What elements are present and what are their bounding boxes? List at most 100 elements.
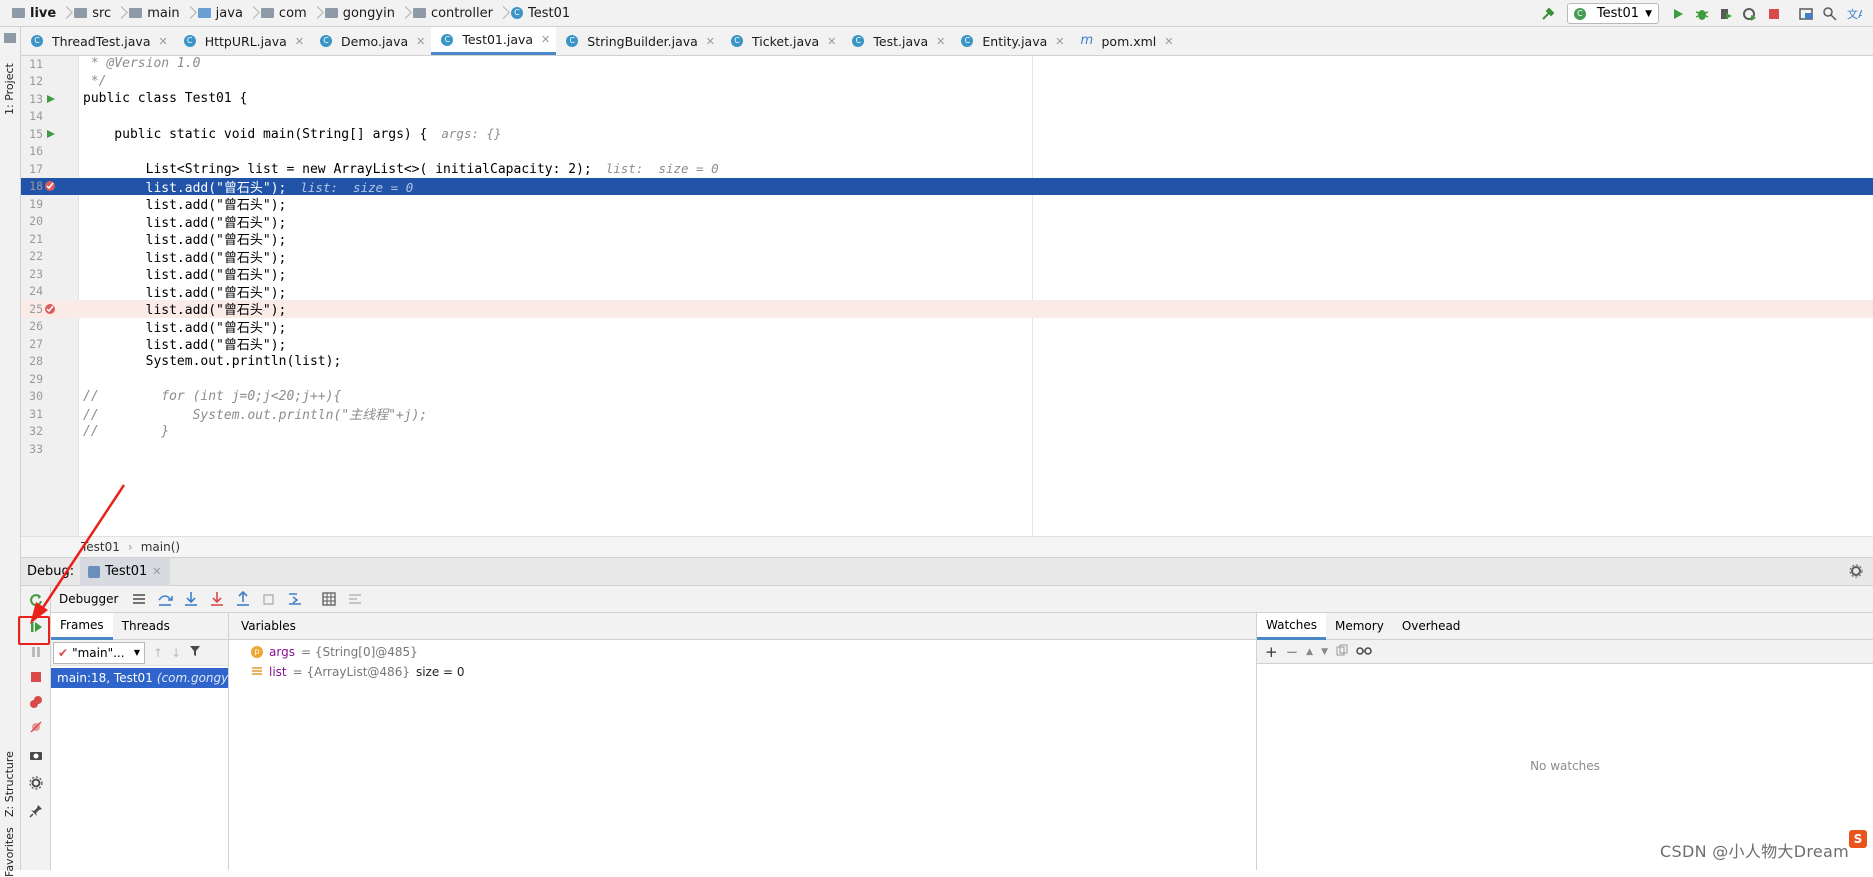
glasses-icon[interactable] [1356,645,1372,659]
translate-icon[interactable]: 文A [1843,3,1865,25]
tab-threads[interactable]: Threads [113,613,179,640]
menu-icon[interactable] [128,588,150,610]
breadcrumb-src[interactable]: src [70,0,117,27]
code-line[interactable]: 17 List<String> list = new ArrayList<>( … [21,160,1873,178]
close-icon[interactable]: ✕ [936,35,945,48]
tab-overhead[interactable]: Overhead [1393,613,1470,640]
run-gutter-icon[interactable] [46,128,58,140]
code-line[interactable]: 33 [21,440,1873,458]
favorites-tool-button[interactable]: Favorites [3,817,16,877]
editor-tab[interactable]: C StringBuilder.java ✕ [556,27,721,55]
stack-frame-row[interactable]: main:18, Test01(com.gongyin [51,668,228,688]
run-gutter-icon[interactable] [46,93,58,105]
breadcrumb-live[interactable]: live [8,0,62,27]
project-structure-icon[interactable] [1795,3,1817,25]
code-line[interactable]: 11 * @Version 1.0 [21,55,1873,73]
close-icon[interactable]: ✕ [1164,35,1173,48]
remove-watch-icon[interactable]: − [1286,643,1299,661]
code-line[interactable]: 22 list.add("曾石头"); [21,248,1873,266]
variable-row[interactable]: p args = {String[0]@485} [229,642,1256,662]
mute-breakpoints-icon[interactable] [25,716,47,738]
code-line[interactable]: 12 */ [21,73,1873,91]
project-tool-button[interactable]: 1: Project [3,45,16,115]
editor-tab[interactable]: C Ticket.java ✕ [721,27,842,55]
code-line[interactable]: 31 // System.out.println("主线程"+j); [21,405,1873,424]
editor-tab[interactable]: C ThreadTest.java ✕ [21,27,174,55]
tab-watches[interactable]: Watches [1257,612,1326,640]
code-line[interactable]: 16 [21,143,1873,161]
stop-icon[interactable] [1763,3,1785,25]
code-line[interactable]: 14 [21,108,1873,126]
variable-row[interactable]: list = {ArrayList@486} size = 0 [229,662,1256,682]
breadcrumb-test01[interactable]: C Test01 [507,0,576,27]
structure-tool-button[interactable]: Z: Structure [3,727,16,817]
close-icon[interactable]: ✕ [827,35,836,48]
code-line[interactable]: 21 list.add("曾石头"); [21,230,1873,249]
breadcrumb-com[interactable]: com [257,0,313,27]
code-line[interactable]: 23 list.add("曾石头"); [21,265,1873,284]
add-watch-icon[interactable]: + [1265,643,1278,661]
run-icon[interactable] [1667,3,1689,25]
settings-icon[interactable] [25,772,47,794]
search-everywhere-icon[interactable] [1819,3,1841,25]
view-breakpoints-icon[interactable] [25,691,47,713]
debug-icon[interactable] [1691,3,1713,25]
step-over-icon[interactable] [154,588,176,610]
tab-frames[interactable]: Frames [51,612,113,640]
close-icon[interactable]: ✕ [1055,35,1064,48]
step-out-icon[interactable] [232,588,254,610]
step-into-icon[interactable] [180,588,202,610]
move-down-icon[interactable]: ▼ [1321,647,1328,657]
profile-icon[interactable] [1739,3,1761,25]
force-step-into-icon[interactable] [206,588,228,610]
code-line[interactable]: 32 // } [21,423,1873,441]
debugger-tab[interactable]: Debugger [59,592,118,606]
code-line[interactable]: 24 list.add("曾石头"); [21,283,1873,301]
move-up-icon[interactable]: ▲ [1306,647,1313,657]
breadcrumb-main[interactable]: main [125,0,185,27]
code-line[interactable]: 20 list.add("曾石头"); [21,213,1873,231]
arrow-up-icon[interactable]: ↑ [153,646,163,660]
build-icon[interactable] [1537,3,1559,25]
close-icon[interactable]: ✕ [159,35,168,48]
breakpoint-icon[interactable] [44,180,56,192]
breakpoint-icon[interactable] [44,303,56,315]
code-line[interactable]: 26 list.add("曾石头"); [21,318,1873,336]
debug-session-tab[interactable]: Test01 ✕ [80,557,170,586]
drop-frame-icon[interactable] [258,588,280,610]
close-icon[interactable]: ✕ [152,565,161,578]
arrow-down-icon[interactable]: ↓ [171,646,181,660]
editor-tab[interactable]: C Test.java ✕ [842,27,951,55]
thread-select[interactable]: ✔ "main"... ▼ [53,641,145,664]
close-icon[interactable]: ✕ [541,33,550,46]
camera-icon[interactable] [25,744,47,766]
editor-breadcrumb-method[interactable]: main() [141,540,180,554]
close-icon[interactable]: ✕ [706,35,715,48]
trace-icon[interactable] [344,588,366,610]
code-editor[interactable]: 11 * @Version 1.0 12 */13 public class Tes… [21,56,1873,536]
code-line[interactable]: 15 public static void main(String[] args… [21,125,1873,143]
breadcrumb-gongyin[interactable]: gongyin [321,0,401,27]
tab-memory[interactable]: Memory [1326,613,1393,640]
code-line[interactable]: 18 list.add("曾石头"); list: size = 0 [21,177,1873,196]
editor-breadcrumb-class[interactable]: Test01 [81,540,120,554]
copy-icon[interactable] [1336,644,1348,659]
editor-tab[interactable]: C Demo.java ✕ [310,27,431,55]
code-line[interactable]: 25 list.add("曾石头"); [21,300,1873,318]
breadcrumb-controller[interactable]: controller [409,0,499,27]
close-icon[interactable]: ✕ [416,35,425,48]
editor-tab[interactable]: m pom.xml ✕ [1070,27,1179,55]
coverage-icon[interactable] [1715,3,1737,25]
breadcrumb-java[interactable]: java [194,0,249,27]
filter-icon[interactable] [189,645,201,660]
code-line[interactable]: 19 list.add("曾石头"); [21,195,1873,214]
stop-debug-icon[interactable] [25,666,47,688]
close-icon[interactable]: ✕ [295,35,304,48]
code-line[interactable]: 13 public class Test01 { [21,90,1873,108]
code-line[interactable]: 29 [21,370,1873,388]
editor-tab[interactable]: C Test01.java ✕ [431,27,557,55]
evaluate-expression-icon[interactable] [318,588,340,610]
code-line[interactable]: 27 list.add("曾石头"); [21,335,1873,354]
editor-tab[interactable]: C HttpURL.java ✕ [174,27,310,55]
settings-gear-icon[interactable] [1849,564,1863,582]
